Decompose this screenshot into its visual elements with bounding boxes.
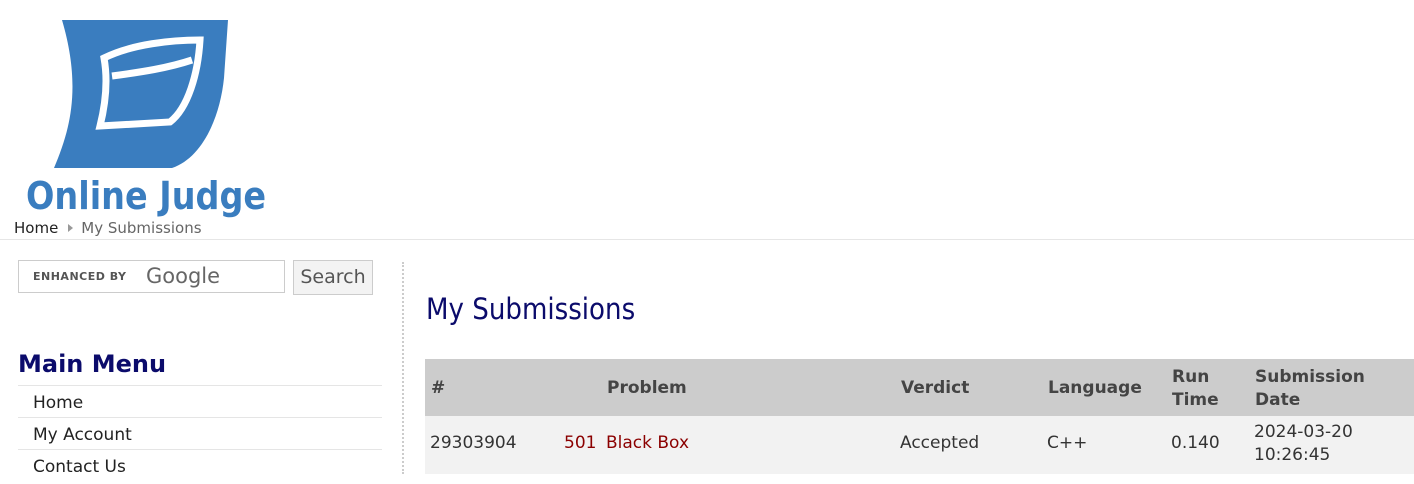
submissions-table: # Problem Verdict Language Run Time Subm… bbox=[425, 359, 1414, 474]
search-input[interactable]: ENHANCED BY Google bbox=[18, 260, 285, 293]
problem-name-link[interactable]: Black Box bbox=[606, 432, 689, 455]
menu-item-my-account[interactable]: My Account bbox=[18, 417, 382, 449]
header-id: # bbox=[431, 378, 446, 398]
submission-date: 2024-03-20 bbox=[1254, 422, 1353, 442]
header-language: Language bbox=[1048, 378, 1142, 398]
header-problem: Problem bbox=[607, 378, 687, 398]
online-judge-logo[interactable]: Online Judge bbox=[24, 16, 267, 222]
main-menu-title: Main Menu bbox=[18, 350, 167, 378]
language: C++ bbox=[1047, 433, 1088, 453]
google-wordmark: Google bbox=[146, 264, 221, 288]
menu-item-contact-us[interactable]: Contact Us bbox=[18, 449, 382, 481]
header-run-time-line2: Time bbox=[1172, 390, 1219, 410]
logo-text: Online Judge bbox=[26, 174, 267, 218]
breadcrumb-current: My Submissions bbox=[81, 219, 202, 237]
main-menu: Home My Account Contact Us bbox=[18, 385, 382, 481]
verdict: Accepted bbox=[900, 433, 980, 453]
table-row: 29303904 501 Black Box Accepted C++ 0.14… bbox=[425, 416, 1414, 474]
breadcrumb-home-link[interactable]: Home bbox=[14, 219, 58, 237]
table-header: # Problem Verdict Language Run Time Subm… bbox=[425, 359, 1414, 416]
page-title: My Submissions bbox=[426, 292, 636, 326]
breadcrumb-separator-icon bbox=[68, 224, 74, 232]
search-enhanced-by-label: ENHANCED BY bbox=[33, 270, 127, 283]
submission-time: 10:26:45 bbox=[1254, 445, 1331, 465]
submission-id: 29303904 bbox=[430, 433, 517, 453]
menu-item-home[interactable]: Home bbox=[18, 385, 382, 417]
logo-emblem-icon bbox=[54, 20, 228, 168]
header-divider bbox=[0, 239, 1414, 240]
header-date-line1: Submission bbox=[1255, 367, 1365, 387]
breadcrumb: Home My Submissions bbox=[14, 219, 202, 237]
header-date-line2: Date bbox=[1255, 390, 1301, 410]
header-verdict: Verdict bbox=[901, 378, 970, 398]
sidebar-divider bbox=[402, 262, 404, 474]
search-button[interactable]: Search bbox=[293, 260, 373, 295]
run-time: 0.140 bbox=[1171, 433, 1220, 453]
problem-number-link[interactable]: 501 bbox=[564, 432, 596, 455]
header-run-time-line1: Run bbox=[1172, 367, 1210, 387]
